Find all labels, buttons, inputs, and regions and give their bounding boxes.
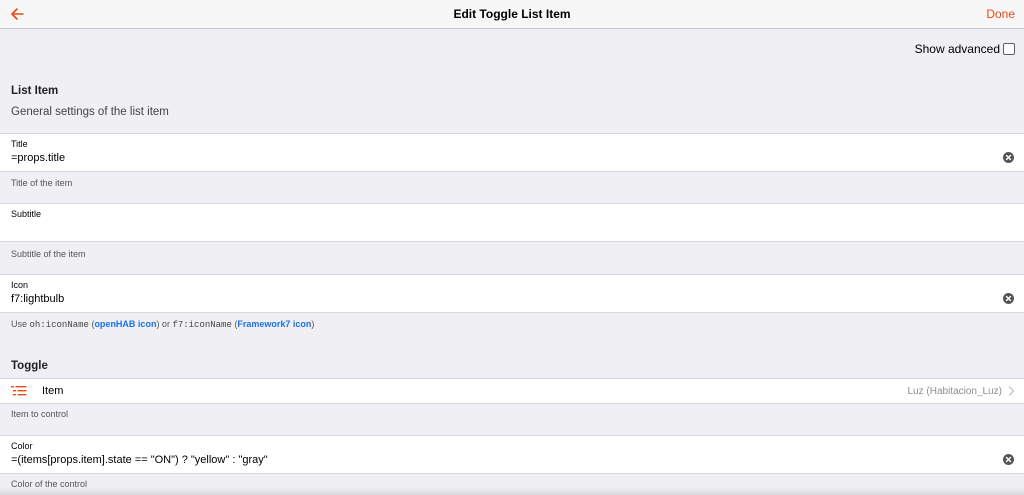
- icon-clear-button[interactable]: [1003, 293, 1014, 304]
- subtitle-field-info: Subtitle of the item: [11, 249, 86, 259]
- item-select-row[interactable]: Item Luz (Habitacion_Luz): [0, 378, 1024, 404]
- color-field-label: Color: [11, 441, 33, 451]
- navbar: Edit Toggle List Item Done: [0, 0, 1024, 29]
- framework7-icon-link[interactable]: Framework7 icon: [237, 319, 311, 329]
- page-title: Edit Toggle List Item: [453, 7, 571, 21]
- openhab-icon-link[interactable]: openHAB icon: [94, 319, 156, 329]
- color-clear-button[interactable]: [1003, 454, 1014, 465]
- title-field: Title: [0, 133, 1024, 172]
- color-input[interactable]: [11, 453, 994, 467]
- icon-field-label: Icon: [11, 280, 29, 290]
- color-field: Color: [0, 435, 1024, 474]
- subtitle-input[interactable]: [11, 221, 994, 235]
- title-clear-button[interactable]: [1003, 152, 1014, 163]
- list-item-block-description: General settings of the list item: [11, 106, 169, 118]
- clear-icon: [1005, 154, 1012, 161]
- icon-info-close: ): [311, 319, 315, 329]
- show-advanced-toggle[interactable]: Show advanced: [915, 42, 1015, 56]
- icon-input[interactable]: [11, 292, 994, 306]
- clear-icon: [1005, 456, 1012, 463]
- item-row-info: Item to control: [11, 409, 69, 419]
- icon-field-info: Use oh:iconName (openHAB icon) or f7:ico…: [11, 319, 314, 330]
- icon-field: Icon: [0, 274, 1024, 313]
- icon-info-use: Use: [11, 319, 30, 329]
- subtitle-field: Subtitle: [0, 203, 1024, 242]
- list-icon: [11, 386, 27, 396]
- show-advanced-label: Show advanced: [914, 42, 1000, 56]
- done-button[interactable]: Done: [986, 7, 1015, 21]
- subtitle-field-label: Subtitle: [11, 209, 42, 219]
- title-field-info: Title of the item: [11, 178, 73, 188]
- list-item-block-title: List Item: [11, 85, 59, 97]
- toggle-block-title: Toggle: [11, 360, 48, 372]
- icon-info-code-oh: oh:iconName: [29, 320, 89, 330]
- item-row-label: Item: [42, 385, 64, 397]
- item-row-value: Luz (Habitacion_Luz): [907, 386, 1003, 397]
- icon-info-code-f7: f7:iconName: [172, 320, 232, 330]
- title-field-label: Title: [11, 139, 28, 149]
- chevron-right-icon: [1008, 386, 1015, 396]
- bottom-shadow: [0, 488, 1024, 495]
- title-input[interactable]: [11, 151, 994, 165]
- icon-info-mid: ) or: [156, 319, 173, 329]
- clear-icon: [1005, 295, 1012, 302]
- show-advanced-checkbox[interactable]: [1003, 43, 1015, 55]
